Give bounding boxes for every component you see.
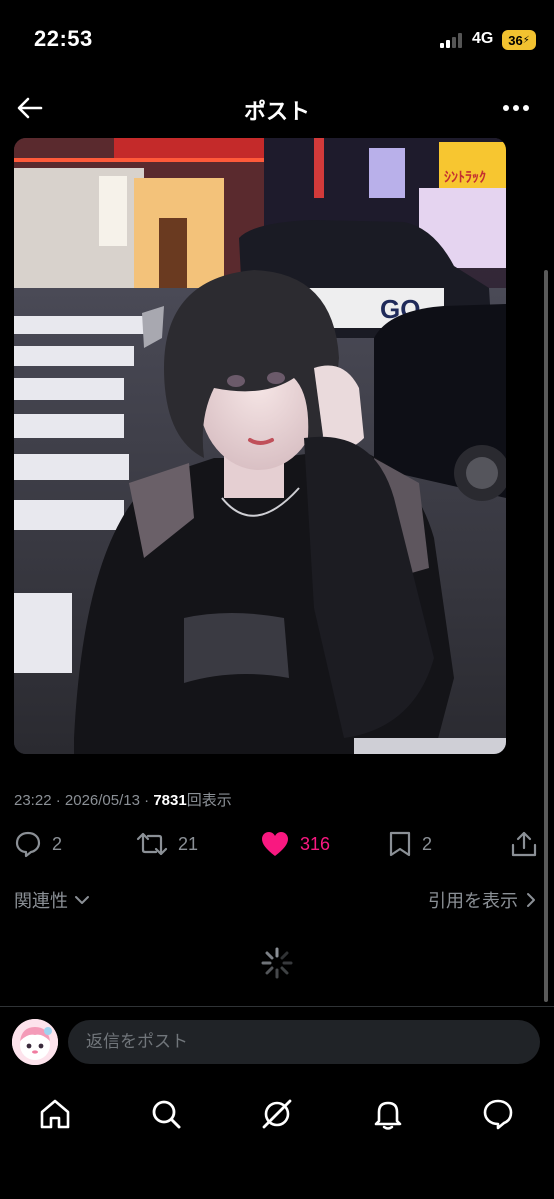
views-label: 回表示 <box>186 792 232 809</box>
like-count: 316 <box>300 833 331 854</box>
scrollbar[interactable] <box>544 270 548 1002</box>
divider <box>0 1006 554 1007</box>
battery-icon: 36 ⚡ <box>502 30 536 50</box>
grok-icon <box>262 1099 292 1129</box>
reply-icon <box>15 831 41 858</box>
back-button[interactable] <box>14 92 46 124</box>
search-icon <box>152 1100 181 1129</box>
store-sign-text: ｼﾝﾄﾗｯｸ <box>444 170 486 186</box>
notifications-icon <box>374 1101 402 1130</box>
home-icon <box>40 1099 70 1129</box>
tab-search[interactable] <box>144 1092 188 1136</box>
sort-label: 関連性 <box>14 891 68 911</box>
replies-controls: 関連性 引用を表示 <box>0 884 554 914</box>
chevron-down-icon <box>75 896 89 904</box>
tab-grok[interactable] <box>255 1092 299 1136</box>
view-quotes-label: 引用を表示 <box>428 891 518 911</box>
page-title: ポスト <box>243 99 310 124</box>
repost-icon <box>136 832 168 856</box>
view-count: 7831 <box>153 792 187 809</box>
photo-illustration: ｼﾝﾄﾗｯｸ GO <box>14 138 506 754</box>
meta-separator-2: · <box>144 792 150 809</box>
battery-level: 36 <box>508 32 523 48</box>
bookmark-count: 2 <box>422 833 433 854</box>
sort-dropdown[interactable]: 関連性 <box>14 887 90 913</box>
action-bar: 2 21 316 2 <box>0 826 554 862</box>
avatar-icon <box>12 1019 58 1065</box>
post-image[interactable]: ｼﾝﾄﾗｯｸ GO <box>14 138 506 754</box>
repost-count: 21 <box>178 833 199 854</box>
more-options-button[interactable] <box>500 94 532 122</box>
meta-separator: · <box>55 792 61 809</box>
network-type: 4G <box>472 30 494 47</box>
avatar[interactable] <box>12 1019 58 1065</box>
share-button[interactable] <box>510 826 538 862</box>
heart-icon <box>262 832 288 856</box>
top-nav: ポスト <box>0 80 554 136</box>
bookmark-button[interactable]: 2 <box>388 826 432 862</box>
reply-count: 2 <box>52 833 63 854</box>
view-quotes-link[interactable]: 引用を表示 <box>428 887 536 913</box>
signal-icon <box>440 32 466 48</box>
more-horizontal-icon <box>503 105 529 111</box>
repost-button[interactable]: 21 <box>136 826 198 862</box>
like-button[interactable]: 316 <box>260 826 330 862</box>
post-meta: 23:22 · 2026/05/13 · 7831回表示 <box>14 789 232 810</box>
status-bar: 22:53 4G 36 ⚡ <box>0 0 554 80</box>
share-icon <box>511 831 537 857</box>
post-date: 2026/05/13 <box>64 792 140 809</box>
loading-spinner-icon <box>261 947 293 979</box>
tab-home[interactable] <box>33 1092 77 1136</box>
bookmark-icon <box>389 831 411 857</box>
chevron-right-icon <box>527 893 535 907</box>
reply-button[interactable]: 2 <box>14 826 62 862</box>
tab-messages[interactable] <box>476 1092 520 1136</box>
messages-icon <box>483 1099 513 1130</box>
bottom-tab-bar <box>0 1080 554 1148</box>
reply-input[interactable] <box>68 1020 540 1064</box>
status-time: 22:53 <box>34 26 93 51</box>
tab-notifications[interactable] <box>366 1092 410 1136</box>
post-time: 23:22 <box>14 792 52 809</box>
arrow-left-icon <box>17 97 43 119</box>
